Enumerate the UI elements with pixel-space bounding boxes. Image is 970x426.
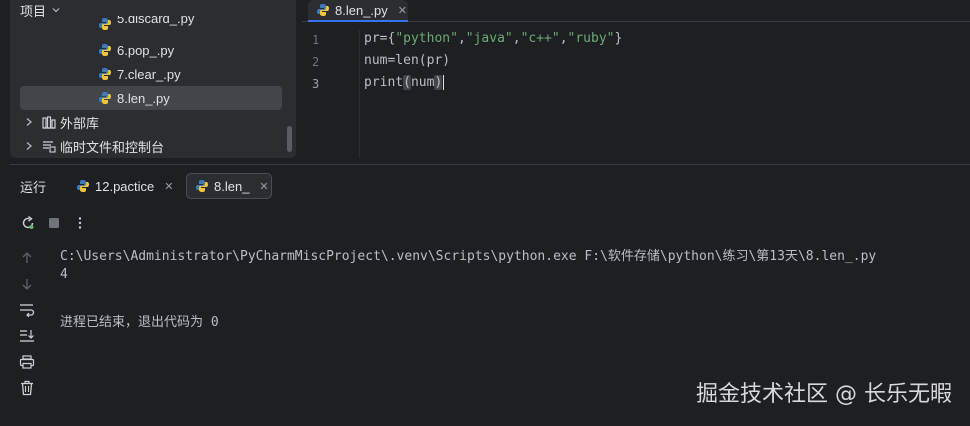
editor-tab-label: 8.len_.py (335, 2, 388, 18)
run-tab-pactice[interactable]: 12.pactice ✕ (68, 173, 180, 199)
chevron-down-icon (52, 8, 60, 13)
python-file-icon (196, 180, 208, 192)
project-scrollbar[interactable] (287, 126, 292, 152)
python-file-icon (99, 18, 111, 30)
console-line-command: C:\Users\Administrator\PyCharmMiscProjec… (60, 249, 877, 264)
stop-icon[interactable] (46, 215, 62, 231)
scratches-icon (43, 140, 56, 153)
python-file-icon (77, 180, 89, 192)
code-string: "c++" (520, 31, 560, 46)
close-icon[interactable]: ✕ (164, 180, 173, 193)
console-output[interactable]: C:\Users\Administrator\PyCharmMiscProjec… (60, 245, 876, 335)
tree-file-len-selected[interactable]: 8.len_.py (20, 86, 282, 110)
editor-tab-bar: 8.len_.py ✕ (302, 0, 970, 22)
code-token: print (364, 75, 404, 90)
run-toolbar (10, 209, 970, 237)
scroll-to-end-icon[interactable] (18, 327, 36, 345)
python-file-icon (317, 4, 329, 16)
tree-file-label: 8.len_.py (117, 90, 170, 106)
tree-file-label: 7.clear_.py (117, 66, 181, 82)
close-icon[interactable]: ✕ (259, 180, 268, 193)
line-number: 1 (312, 33, 320, 47)
python-file-icon (99, 92, 111, 104)
run-tab-len[interactable]: 8.len_ ✕ (186, 173, 272, 199)
code-token: num=len(pr) (364, 53, 451, 68)
line-number: 2 (312, 55, 320, 69)
code-line-3[interactable]: print(num) (364, 75, 445, 90)
tree-file-pop[interactable]: 6.pop_.py (20, 38, 282, 62)
chevron-right-icon[interactable] (24, 141, 34, 151)
editor-panel: 8.len_.py ✕ 1 2 3 pr={"python","java","c… (302, 0, 970, 158)
arrow-down-icon[interactable] (18, 275, 36, 293)
tree-external-libraries[interactable]: 外部库 (20, 110, 282, 134)
line-number: 3 (312, 77, 320, 91)
code-token: ) (434, 75, 443, 90)
run-tab-label: 8.len_ (214, 178, 250, 194)
run-title: 运行 (20, 180, 47, 195)
library-icon (42, 115, 56, 129)
soft-wrap-icon[interactable] (18, 301, 36, 319)
code-string: "java" (465, 31, 513, 46)
tree-file-discard[interactable]: 5.discard_.py (20, 16, 282, 32)
python-file-icon (99, 68, 111, 80)
code-token: num (410, 75, 435, 90)
code-line-1[interactable]: pr={"python","java","c++","ruby"} (364, 31, 622, 46)
code-token: ( (403, 75, 411, 90)
text-caret (443, 75, 445, 90)
code-string: "python" (395, 31, 458, 46)
tree-scratches[interactable]: 临时文件和控制台 (20, 134, 282, 158)
arrow-up-icon[interactable] (18, 249, 36, 267)
console-line-exit: 进程已结束，退出代码为 0 (60, 315, 219, 330)
watermark: 掘金技术社区 @ 长乐无暇 (696, 382, 952, 407)
run-tab-label: 12.pactice (95, 178, 155, 194)
code-token: , (559, 31, 568, 46)
tree-file-label: 5.discard_.py (117, 16, 195, 26)
editor-tab-len[interactable]: 8.len_.py ✕ (308, 0, 408, 22)
code-token: , (457, 31, 466, 46)
console-line-output: 4 (60, 267, 68, 282)
chevron-right-icon[interactable] (24, 117, 34, 127)
code-token: } (614, 31, 623, 46)
ide-window: 项目 5.discard_.py 6.pop_.py 7.clear_.py 8… (0, 0, 970, 426)
trash-icon[interactable] (18, 379, 36, 397)
python-file-icon (99, 44, 111, 56)
line-gutter: 1 2 3 (302, 30, 360, 158)
tree-label: 外部库 (60, 115, 100, 131)
tree-file-label: 6.pop_.py (117, 42, 175, 58)
project-panel: 项目 5.discard_.py 6.pop_.py 7.clear_.py 8… (10, 0, 296, 158)
more-vertical-icon[interactable] (72, 215, 88, 231)
code-line-2[interactable]: num=len(pr) (364, 53, 450, 68)
code-token: , (512, 31, 521, 46)
run-tab-bar: 运行 12.pactice ✕ 8.len_ ✕ (10, 165, 970, 205)
code-string: "ruby" (567, 31, 615, 46)
rerun-icon[interactable] (20, 215, 36, 231)
close-icon[interactable]: ✕ (398, 4, 407, 17)
tree-file-clear[interactable]: 7.clear_.py (20, 62, 282, 86)
print-icon[interactable] (18, 353, 36, 371)
tree-label: 临时文件和控制台 (60, 139, 165, 155)
code-token: pr={ (364, 31, 396, 46)
